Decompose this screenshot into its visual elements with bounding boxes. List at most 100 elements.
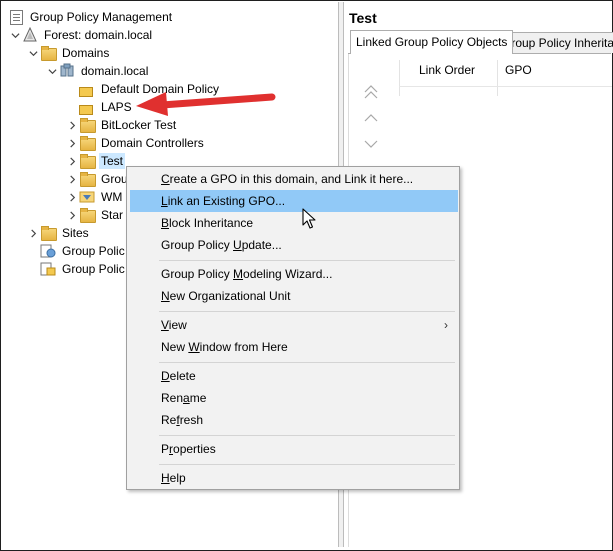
header-line: [399, 86, 612, 87]
tree-gp-modeling[interactable]: Group Polic: [26, 242, 127, 260]
ou-folder-icon: [79, 171, 96, 187]
column-divider: [497, 60, 498, 96]
menu-separator: [159, 464, 455, 465]
tree-gp-results[interactable]: Group Polic: [26, 260, 127, 278]
ou-folder-icon: [79, 207, 96, 223]
menu-item-link-existing-gpo[interactable]: Link an Existing GPO...: [130, 190, 458, 212]
tree-item-label: Star: [101, 208, 124, 222]
collapse-icon[interactable]: [26, 46, 40, 60]
menu-item-create-gpo[interactable]: Create a GPO in this domain, and Link it…: [130, 168, 458, 190]
expand-icon[interactable]: [65, 118, 79, 132]
tree-item-group[interactable]: Grou: [65, 170, 130, 188]
menu-item-label: Rename: [161, 391, 207, 405]
menu-item-new-window[interactable]: New Window from Here: [130, 336, 458, 358]
menu-item-label: Create a GPO in this domain, and Link it…: [161, 172, 414, 186]
column-divider: [399, 60, 400, 96]
domain-icon: [59, 63, 75, 79]
menu-item-delete[interactable]: Delete: [130, 365, 458, 387]
menu-separator: [159, 311, 455, 312]
tab-strip: Group Policy Inheritan Linked Group Poli…: [348, 30, 613, 54]
move-up-icon[interactable]: [363, 110, 379, 126]
menu-item-label: New Window from Here: [161, 340, 288, 354]
menu-item-label: Help: [161, 471, 186, 485]
tree-root[interactable]: Group Policy Management: [8, 8, 174, 26]
menu-item-label: View: [161, 318, 187, 332]
order-arrows: [363, 84, 379, 162]
tree-gp-modeling-label: Group Polic: [62, 244, 125, 258]
tree-item-laps[interactable]: LAPS: [65, 98, 134, 116]
menu-item-view[interactable]: View ›: [130, 314, 458, 336]
context-menu: Create a GPO in this domain, and Link it…: [126, 166, 460, 490]
tree-domain-label: domain.local: [81, 64, 149, 78]
menu-item-label: New Organizational Unit: [161, 289, 291, 303]
tree-item-test[interactable]: Test: [65, 152, 126, 170]
tree-item-label: LAPS: [101, 100, 132, 114]
collapse-icon[interactable]: [45, 64, 59, 78]
tree-forest-label: Forest: domain.local: [44, 28, 153, 42]
tree-item-label: Domain Controllers: [101, 136, 204, 150]
sites-icon: [40, 225, 57, 241]
tree-item-starter[interactable]: Star: [65, 206, 125, 224]
menu-item-help[interactable]: Help: [130, 467, 458, 489]
tree-item-label: Test: [99, 153, 126, 169]
ou-folder-icon: [79, 117, 96, 133]
expand-icon[interactable]: [65, 136, 79, 150]
menu-item-block-inheritance[interactable]: Block Inheritance: [130, 212, 458, 234]
menu-item-label: Properties: [161, 442, 216, 456]
menu-item-properties[interactable]: Properties: [130, 438, 458, 460]
gpo-link-icon: [79, 99, 95, 115]
mouse-cursor-icon: [302, 208, 316, 229]
menu-item-label: Delete: [161, 369, 196, 383]
wmi-filter-icon: [79, 189, 95, 205]
menu-separator: [159, 362, 455, 363]
move-down-icon[interactable]: [363, 136, 379, 152]
tree-forest[interactable]: Forest: domain.local: [8, 26, 154, 44]
tree-gp-results-label: Group Polic: [62, 262, 125, 276]
modeling-icon: [40, 243, 56, 259]
menu-item-label: Group Policy Modeling Wizard...: [161, 267, 333, 281]
domains-folder-icon: [40, 45, 57, 61]
tree-item-bitlocker-test[interactable]: BitLocker Test: [65, 116, 178, 134]
menu-item-modeling-wizard[interactable]: Group Policy Modeling Wizard...: [130, 263, 458, 285]
tree-sites[interactable]: Sites: [26, 224, 91, 242]
column-header-gpo[interactable]: GPO: [505, 63, 532, 77]
menu-item-label: Refresh: [161, 413, 204, 427]
expand-icon[interactable]: [65, 154, 79, 168]
menu-item-label: Link an Existing GPO...: [161, 194, 286, 208]
gpm-root-icon: [8, 9, 24, 25]
menu-item-new-ou[interactable]: New Organizational Unit: [130, 285, 458, 307]
tree-item-wmi[interactable]: WM: [65, 188, 124, 206]
move-top-icon[interactable]: [363, 84, 379, 100]
tab-group-policy-inheritance[interactable]: Group Policy Inheritan: [496, 32, 613, 53]
tree-item-label: WM: [101, 190, 123, 204]
tree-root-label: Group Policy Management: [30, 10, 173, 24]
tree-domain[interactable]: domain.local: [45, 62, 150, 80]
column-header-link-order[interactable]: Link Order: [419, 63, 475, 77]
submenu-arrow-icon: ›: [444, 318, 448, 332]
gpo-link-icon: [79, 81, 95, 97]
expand-icon[interactable]: [26, 226, 40, 240]
menu-item-label: Group Policy Update...: [161, 238, 282, 252]
red-arrow-annotation: [136, 92, 276, 116]
tree-sites-label: Sites: [62, 226, 89, 240]
menu-item-refresh[interactable]: Refresh: [130, 409, 458, 431]
ou-folder-icon: [79, 153, 96, 169]
ou-folder-icon: [79, 135, 96, 151]
forest-icon: [22, 26, 38, 43]
tree-item-label: BitLocker Test: [101, 118, 177, 132]
expand-icon[interactable]: [65, 172, 79, 186]
results-icon: [40, 261, 56, 277]
tab-linked-gpos[interactable]: Linked Group Policy Objects: [350, 30, 514, 54]
details-title: Test: [349, 10, 377, 26]
menu-separator: [159, 435, 455, 436]
tree-domains[interactable]: Domains: [26, 44, 111, 62]
menu-item-rename[interactable]: Rename: [130, 387, 458, 409]
menu-item-gp-update[interactable]: Group Policy Update...: [130, 234, 458, 256]
menu-separator: [159, 260, 455, 261]
expand-icon[interactable]: [65, 190, 79, 204]
expand-icon[interactable]: [65, 208, 79, 222]
collapse-icon[interactable]: [8, 28, 22, 42]
menu-item-label: Block Inheritance: [161, 216, 254, 230]
tree-item-domain-controllers[interactable]: Domain Controllers: [65, 134, 206, 152]
tree-domains-label: Domains: [62, 46, 110, 60]
